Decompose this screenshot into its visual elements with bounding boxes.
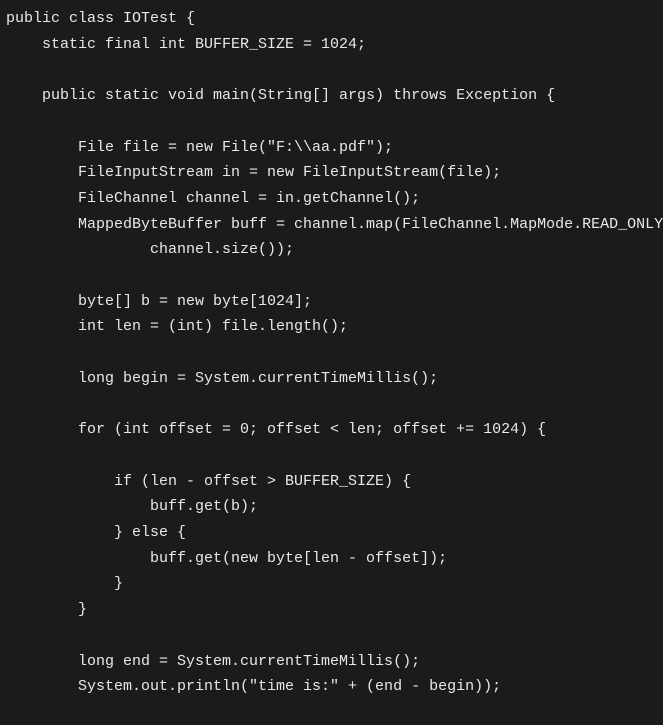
code-block: public class IOTest { static final int B… — [0, 0, 663, 725]
code-content: public class IOTest { static final int B… — [6, 10, 663, 725]
